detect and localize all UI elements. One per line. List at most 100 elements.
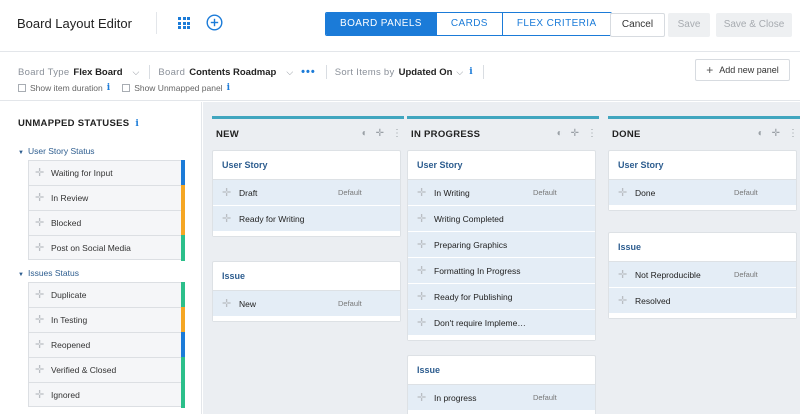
panel-status-item[interactable]: ✛ In Writing Default (408, 180, 595, 206)
panel-title[interactable]: User Story (408, 151, 595, 180)
panel-status-item[interactable]: ✛ In progress Default (408, 385, 595, 411)
add-new-panel-button[interactable]: + Add new panel (695, 59, 790, 81)
show-item-duration-option[interactable]: Show item duration i (18, 83, 110, 93)
drag-handle-icon[interactable]: ✛ (618, 262, 627, 288)
move-icon[interactable]: ✛ (772, 128, 780, 139)
drag-handle-icon[interactable]: ✛ (618, 180, 627, 206)
status-item[interactable]: ✛ Duplicate (28, 282, 185, 308)
panel-status-item[interactable]: ✛ Done Default (609, 180, 796, 206)
default-badge: Default (734, 270, 758, 279)
panel-title[interactable]: Issue (213, 262, 400, 291)
column-title[interactable]: DONE (612, 129, 641, 140)
drag-handle-icon[interactable]: ✛ (417, 284, 426, 310)
drag-handle-icon[interactable]: ✛ (417, 180, 426, 206)
panel-status-item[interactable]: ✛ Writing Completed (408, 206, 595, 232)
drag-handle-icon[interactable]: ✛ (35, 283, 44, 307)
drag-handle-icon[interactable]: ✛ (417, 206, 426, 232)
status-item[interactable]: ✛ Post on Social Media (28, 235, 185, 261)
drag-handle-icon[interactable]: ✛ (35, 161, 44, 185)
status-color-bar (181, 210, 185, 236)
default-badge: Default (734, 188, 758, 197)
panel-status-item[interactable]: ✛ Ready for Publishing (408, 284, 595, 310)
tab-flex-criteria[interactable]: FLEX CRITERIA (501, 13, 611, 35)
status-item[interactable]: ✛ Reopened (28, 332, 185, 358)
column-title[interactable]: IN PROGRESS (411, 129, 480, 140)
cancel-button[interactable]: Cancel (610, 13, 665, 37)
save-close-button[interactable]: Save & Close (716, 13, 792, 37)
info-icon[interactable]: i (135, 119, 139, 129)
status-item[interactable]: ✛ Waiting for Input (28, 160, 185, 186)
status-panel: Issue ✛ Not Reproducible Default ✛ Resolved (608, 232, 797, 319)
contrast-icon[interactable]: ◐ (758, 128, 764, 139)
board-type-select[interactable]: Flex Board (73, 67, 122, 78)
panel-status-item[interactable]: ✛ Not Reproducible Default (609, 262, 796, 288)
info-icon[interactable]: i (469, 67, 472, 77)
drag-handle-icon[interactable]: ✛ (618, 288, 627, 314)
unmapped-statuses-heading: UNMAPPED STATUSES (18, 118, 130, 129)
board-select[interactable]: Contents Roadmap (189, 67, 276, 78)
contrast-icon[interactable]: ◐ (362, 128, 368, 139)
show-unmapped-panel-option[interactable]: Show Unmapped panel i (122, 83, 230, 93)
tab-board-panels[interactable]: BOARD PANELS (326, 13, 436, 35)
panel-title[interactable]: User Story (213, 151, 400, 180)
panel-status-item[interactable]: ✛ Don't require Impleme… (408, 310, 595, 336)
sort-select[interactable]: Updated On (399, 67, 453, 78)
move-icon[interactable]: ✛ (571, 128, 579, 139)
caret-down-icon[interactable]: ▼ (18, 272, 24, 278)
status-item-label: Ignored (51, 390, 80, 400)
status-group-title[interactable]: ▼ Issues Status (18, 268, 79, 278)
status-item-label: New (239, 299, 257, 309)
drag-handle-icon[interactable]: ✛ (35, 236, 44, 260)
show-unmapped-panel-checkbox[interactable] (122, 84, 131, 92)
panel-status-item[interactable]: ✛ Ready for Writing (213, 206, 400, 232)
drag-handle-icon[interactable]: ✛ (35, 358, 44, 382)
more-vertical-icon[interactable]: ⋮ (392, 128, 402, 139)
caret-down-icon[interactable]: ▼ (18, 150, 24, 156)
drag-handle-icon[interactable]: ✛ (35, 308, 44, 332)
more-vertical-icon[interactable]: ⋮ (587, 128, 597, 139)
more-vertical-icon[interactable]: ⋮ (788, 128, 798, 139)
show-item-duration-checkbox[interactable] (18, 84, 26, 92)
contrast-icon[interactable]: ◐ (557, 128, 563, 139)
grid-icon[interactable] (178, 17, 190, 29)
status-item[interactable]: ✛ In Testing (28, 307, 185, 333)
panel-title[interactable]: Issue (609, 233, 796, 262)
panel-status-item[interactable]: ✛ Draft Default (213, 180, 400, 206)
panel-title[interactable]: User Story (609, 151, 796, 180)
drag-handle-icon[interactable]: ✛ (417, 258, 426, 284)
drag-handle-icon[interactable]: ✛ (35, 383, 44, 407)
info-icon[interactable]: i (227, 83, 230, 93)
drag-handle-icon[interactable]: ✛ (222, 291, 231, 317)
info-icon[interactable]: i (107, 83, 110, 93)
more-options-icon[interactable]: ••• (301, 66, 316, 78)
drag-handle-icon[interactable]: ✛ (222, 180, 231, 206)
status-group-title[interactable]: ▼ User Story Status (18, 146, 95, 156)
panel-status-item[interactable]: ✛ Preparing Graphics (408, 232, 595, 258)
save-button[interactable]: Save (668, 13, 710, 37)
chevron-down-icon[interactable]: ⌵ (456, 67, 463, 78)
status-item[interactable]: ✛ Ignored (28, 382, 185, 408)
chevron-down-icon[interactable]: ⌵ (133, 67, 140, 78)
status-item[interactable]: ✛ In Review (28, 185, 185, 211)
status-item[interactable]: ✛ Verified & Closed (28, 357, 185, 383)
column-title[interactable]: NEW (216, 129, 239, 140)
panel-status-item[interactable]: ✛ New Default (213, 291, 400, 317)
drag-handle-icon[interactable]: ✛ (35, 186, 44, 210)
drag-handle-icon[interactable]: ✛ (417, 310, 426, 336)
plus-circle-icon[interactable] (206, 14, 223, 31)
panel-status-item[interactable]: ✛ Resolved (609, 288, 796, 314)
drag-handle-icon[interactable]: ✛ (417, 385, 426, 411)
panel-title[interactable]: Issue (408, 356, 595, 385)
chevron-down-icon[interactable]: ⌵ (286, 67, 293, 78)
drag-handle-icon[interactable]: ✛ (35, 211, 44, 235)
board-column: IN PROGRESS ◐ ✛ ⋮ User Story ✛ In Writing Defau… (407, 116, 599, 414)
move-icon[interactable]: ✛ (376, 128, 384, 139)
tab-cards[interactable]: CARDS (435, 13, 502, 35)
panel-status-item[interactable]: ✛ Formatting In Progress (408, 258, 595, 284)
status-item[interactable]: ✛ Blocked (28, 210, 185, 236)
header-divider (156, 12, 157, 34)
drag-handle-icon[interactable]: ✛ (417, 232, 426, 258)
unmapped-statuses-panel: UNMAPPED STATUSES i ▼ User Story Status ✛ Wa… (0, 102, 202, 414)
drag-handle-icon[interactable]: ✛ (222, 206, 231, 232)
drag-handle-icon[interactable]: ✛ (35, 333, 44, 357)
